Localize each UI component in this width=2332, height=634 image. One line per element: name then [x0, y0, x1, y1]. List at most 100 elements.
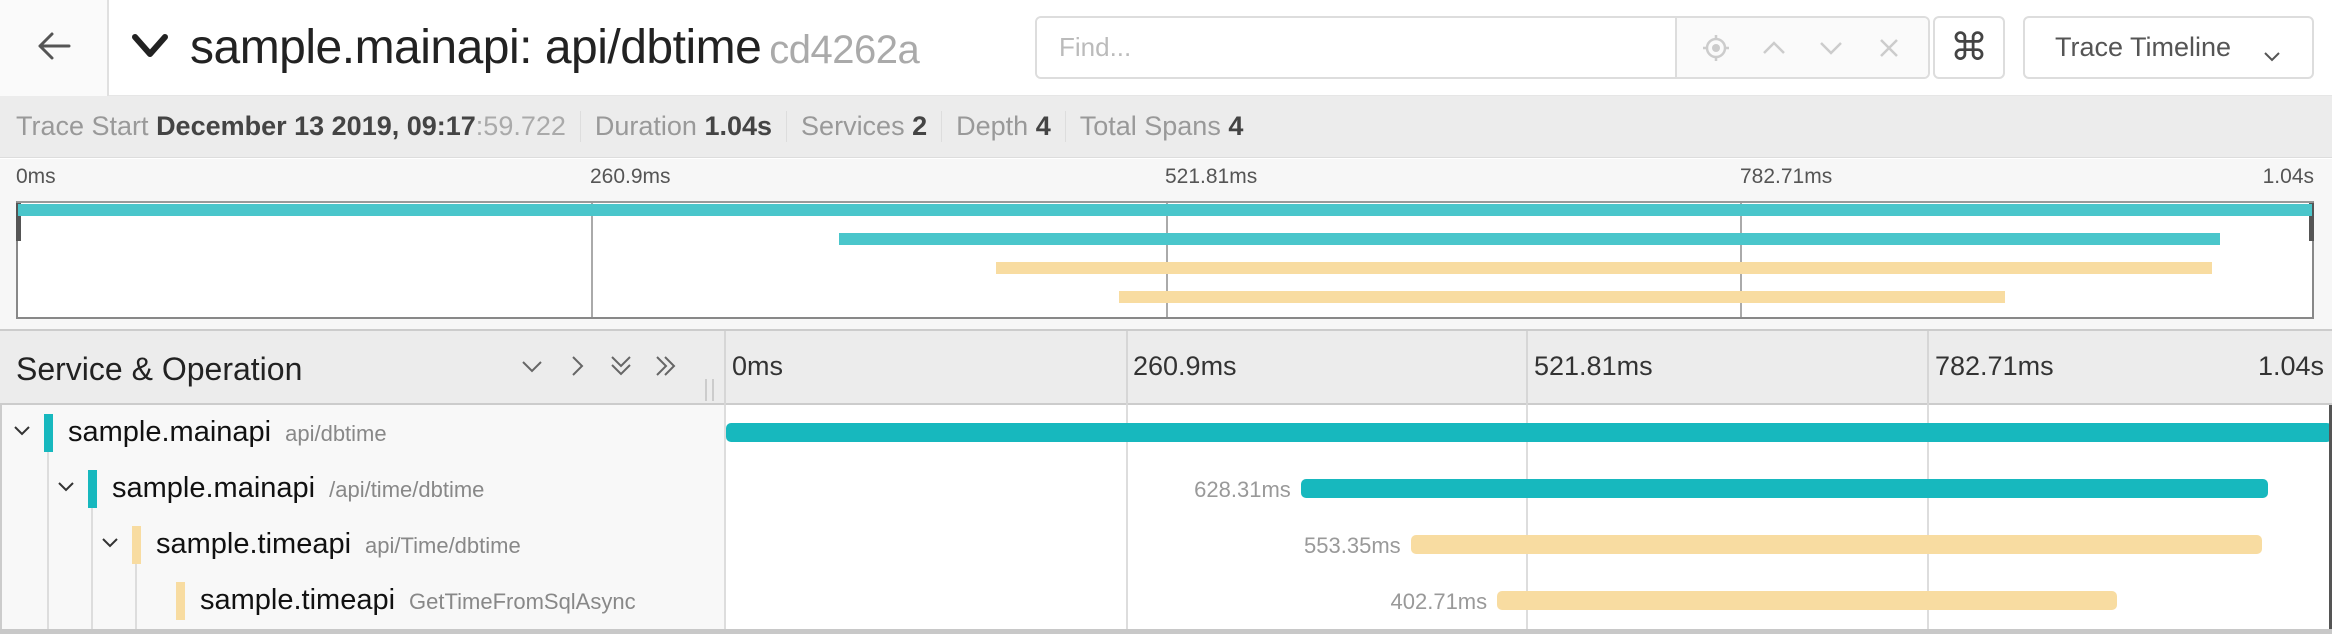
- service-name-text: sample.mainapi: [112, 472, 316, 504]
- trace-title: sample.mainapi: api/dbtime cd4262a: [190, 18, 920, 80]
- trace-total-spans: Total Spans 4: [1079, 111, 1244, 141]
- timeline-gridline: [1526, 331, 1528, 407]
- operation-name: api/Time/dbtime: [365, 533, 521, 558]
- depth-value: 4: [1035, 111, 1051, 141]
- span-toggle[interactable]: [10, 421, 34, 445]
- service-name-text: sample.timeapi: [200, 584, 396, 616]
- timeline-gridline: [1126, 573, 1128, 629]
- back-button[interactable]: [0, 0, 109, 96]
- column-title: Service & Operation: [16, 351, 303, 387]
- span-timeline-cell[interactable]: 628.31ms: [726, 461, 2332, 517]
- service-name-text: sample.timeapi: [156, 528, 352, 560]
- span-bar[interactable]: [726, 423, 2332, 442]
- indent-guide: [135, 573, 137, 629]
- span-row: sample.mainapi api/dbtime: [0, 405, 2332, 461]
- total-spans-value: 4: [1228, 111, 1244, 141]
- service-color-indicator: [176, 582, 185, 620]
- timeline-tick-label: 521.81ms: [1534, 351, 1653, 381]
- services-value: 2: [912, 111, 928, 141]
- view-select[interactable]: Trace Timeline: [2023, 16, 2314, 79]
- operation-name: GetTimeFromSqlAsync: [409, 589, 636, 614]
- collapse-one-button[interactable]: [517, 353, 547, 383]
- indent-guide: [135, 563, 137, 573]
- span-timeline-cell[interactable]: [726, 405, 2332, 461]
- collapse-title-button[interactable]: [130, 30, 170, 66]
- close-icon[interactable]: [1874, 33, 1904, 63]
- span-toggle[interactable]: [98, 533, 122, 557]
- expand-all-button[interactable]: [651, 353, 681, 383]
- span-row: sample.mainapi/api/time/dbtime 628.31ms: [0, 461, 2332, 517]
- trace-id: cd4262a: [769, 28, 920, 72]
- trace-duration: Duration 1.04s: [595, 111, 788, 142]
- indent-guide: [91, 507, 93, 517]
- locate-icon[interactable]: [1701, 33, 1731, 63]
- span-timeline-cell[interactable]: 402.71ms: [726, 573, 2332, 629]
- service-color-indicator: [88, 470, 97, 508]
- timeline-gridline: [1927, 331, 1929, 407]
- service-name: sample.timeapi GetTimeFromSqlAsync: [200, 584, 636, 617]
- trace-title-bar: sample.mainapi: api/dbtimecd4262a ⌘ Trac…: [0, 0, 2332, 96]
- column-divider: [724, 405, 726, 629]
- find-actions: [1677, 18, 1928, 77]
- chevron-down-icon: [2262, 40, 2282, 71]
- timeline-gridline: [1126, 517, 1128, 573]
- span-name-cell[interactable]: sample.mainapi api/dbtime: [0, 405, 725, 461]
- span-duration-label: 553.35ms: [1304, 533, 1401, 558]
- indent-guide: [47, 517, 49, 573]
- chevron-down-icon: [130, 34, 170, 66]
- span-toggle[interactable]: [54, 477, 78, 501]
- panel-border: [0, 405, 2, 629]
- collapse-all-button[interactable]: [606, 353, 636, 383]
- keyboard-shortcuts-button[interactable]: ⌘: [1933, 16, 2005, 79]
- operation-name: api/dbtime: [285, 421, 387, 446]
- chevron-down-icon: [12, 424, 32, 443]
- indent-guide: [91, 573, 93, 629]
- double-chevron-down-icon: [609, 353, 633, 384]
- span-bar[interactable]: [1300, 479, 2268, 498]
- double-chevron-right-icon: [653, 354, 679, 383]
- span-name-cell[interactable]: sample.mainapi/api/time/dbtime: [0, 461, 725, 517]
- service-name: sample.mainapi/api/time/dbtime: [112, 472, 484, 505]
- minimap-span-bar: [18, 204, 2312, 216]
- span-bar[interactable]: [1410, 535, 2263, 554]
- span-bar[interactable]: [1497, 591, 2117, 610]
- expand-one-button[interactable]: [562, 353, 592, 383]
- timeline-tick-label: 782.71ms: [1935, 351, 2054, 381]
- indent-guide: [47, 451, 49, 461]
- chevron-down-icon: [520, 357, 544, 380]
- span-name-cell[interactable]: sample.timeapi api/Time/dbtime: [0, 517, 725, 573]
- trace-name: sample.mainapi: api/dbtime: [190, 21, 762, 74]
- trace-depth: Depth 4: [956, 111, 1066, 142]
- service-name-text: sample.mainapi: [68, 416, 272, 448]
- column-resizer[interactable]: [703, 379, 717, 401]
- chevron-up-icon[interactable]: [1759, 33, 1789, 63]
- span-row: sample.timeapi GetTimeFromSqlAsync 402.71m…: [0, 573, 2332, 629]
- find-input[interactable]: [1037, 18, 1677, 77]
- minimap-tick-label: 1.04s: [2262, 165, 2314, 188]
- span-name-cell[interactable]: sample.timeapi GetTimeFromSqlAsync: [0, 573, 725, 629]
- command-key-icon: ⌘: [1950, 27, 1988, 69]
- operation-name: /api/time/dbtime: [329, 477, 485, 502]
- span-rows: sample.mainapi api/dbtime sample.mainapi/a…: [0, 405, 2332, 629]
- trace-start-ms: :59.722: [475, 111, 566, 141]
- arrow-left-icon: [36, 30, 72, 67]
- indent-guide: [91, 517, 93, 573]
- chevron-down-icon[interactable]: [1816, 33, 1846, 63]
- service-color-indicator: [44, 414, 53, 452]
- minimap-span-bar: [1119, 291, 2005, 303]
- span-duration-label: 402.71ms: [1390, 589, 1488, 614]
- service-name: sample.mainapi api/dbtime: [68, 416, 387, 449]
- trace-summary: Trace Start December 13 2019, 09:17:59.7…: [0, 96, 2332, 158]
- minimap-tick-label: 260.9ms: [590, 165, 671, 188]
- indent-guide: [47, 573, 49, 629]
- span-row: sample.timeapi api/Time/dbtime 553.35ms: [0, 517, 2332, 573]
- minimap-tick-label: 782.71ms: [1740, 165, 1833, 188]
- trace-start: Trace Start December 13 2019, 09:17:59.7…: [16, 111, 581, 142]
- trace-services: Services 2: [801, 111, 943, 142]
- timeline-tick-label: 0ms: [732, 351, 784, 381]
- find-box: [1035, 16, 1930, 79]
- trace-minimap: 0ms 260.9ms 521.81ms 782.71ms 1.04s: [0, 159, 2332, 329]
- minimap-canvas[interactable]: [16, 201, 2314, 319]
- span-timeline-cell[interactable]: 553.35ms: [726, 517, 2332, 573]
- view-select-value: Trace Timeline: [2055, 32, 2232, 62]
